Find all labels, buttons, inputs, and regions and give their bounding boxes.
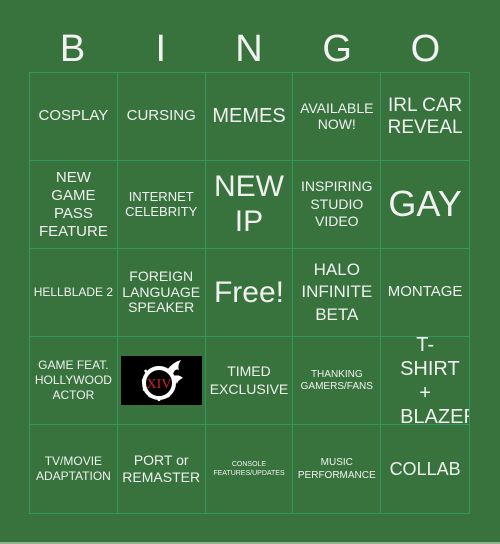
bingo-cell[interactable]: HALO INFINITE BETA [293, 249, 382, 337]
cell-label: COSPLAY [38, 107, 109, 125]
bingo-cell[interactable]: THANKING GAMERS/FANS [293, 337, 382, 425]
bingo-cell[interactable]: CURSING [117, 73, 206, 161]
header-letter-n: N [235, 28, 264, 70]
cell-label: CURSING [126, 107, 196, 125]
bingo-cell[interactable]: T-SHIRT + BLAZER [381, 337, 469, 425]
bingo-cell[interactable]: NEW GAME PASS FEATURE [30, 161, 118, 249]
cell-label: TIMED EXCLUSIVE [209, 363, 289, 397]
bingo-cell[interactable]: MEMES [205, 73, 294, 161]
bingo-cell[interactable]: INTERNET CELEBRITY [117, 161, 206, 249]
header-letter-i: I [155, 28, 168, 70]
ffxiv-meteor-icon: XIV [141, 359, 184, 401]
bingo-cell[interactable]: COLLAB [381, 425, 469, 513]
cell-label: TV/MOVIE ADAPTATION [35, 454, 111, 483]
bingo-cell[interactable]: AVAILABLE NOW! [293, 73, 382, 161]
bingo-header: B I N G O [29, 26, 470, 72]
cell-label: GAY [388, 183, 462, 225]
header-letter-b: B [59, 28, 87, 70]
cell-label: IRL CAR REVEAL [387, 95, 463, 138]
bingo-cell[interactable]: TV/MOVIE ADAPTATION [30, 425, 118, 513]
bingo-cell[interactable]: COSPLAY [30, 73, 118, 161]
cell-label: GAME FEAT. HOLLYWOOD ACTOR [34, 358, 112, 402]
cell-label: THANKING GAMERS/FANS [300, 369, 373, 392]
cell-label: MEMES [212, 105, 286, 128]
bingo-cell[interactable]: INSPIRING STUDIO VIDEO [293, 161, 382, 249]
bingo-cell[interactable]: PORT or REMASTER [118, 425, 206, 513]
cell-label: CONSOLE FEATURES/UPDATES [213, 460, 285, 477]
bingo-cell-image[interactable]: XIV [117, 337, 206, 425]
cell-label: AVAILABLE NOW! [300, 99, 374, 132]
bingo-cell[interactable]: TIMED EXCLUSIVE [205, 337, 294, 425]
cell-label: Free! [213, 275, 284, 309]
header-letter-o: O [410, 28, 442, 70]
cell-label: MUSIC PERFORMANCE [297, 457, 376, 481]
bingo-cell[interactable]: NEW IP [205, 161, 294, 249]
cell-label: PORT or REMASTER [122, 451, 201, 486]
cell-label: HALO INFINITE BETA [301, 260, 373, 324]
cell-label: FOREIGN LANGUAGE SPEAKER [122, 267, 201, 316]
cell-label: MONTAGE [387, 283, 463, 301]
cell-label: INSPIRING STUDIO VIDEO [300, 178, 373, 230]
bingo-cell[interactable]: IRL CAR REVEAL [381, 73, 469, 161]
free-space[interactable]: Free! [205, 249, 294, 337]
bingo-cell[interactable]: FOREIGN LANGUAGE SPEAKER [117, 249, 206, 337]
bingo-cell[interactable]: CONSOLE FEATURES/UPDATES [206, 425, 294, 513]
cell-label: COLLAB [389, 458, 461, 479]
cell-label: NEW IP [213, 170, 284, 238]
bingo-cell[interactable]: GAY [381, 161, 469, 249]
bingo-cell[interactable]: MONTAGE [381, 249, 469, 337]
cell-label: T-SHIRT + BLAZER [400, 337, 469, 425]
logo-label: XIV [147, 377, 172, 392]
cell-label: HELLBLADE 2 [33, 284, 114, 299]
header-letter-g: G [322, 28, 353, 70]
bingo-cell[interactable]: GAME FEAT. HOLLYWOOD ACTOR [30, 337, 118, 425]
cell-label: INTERNET CELEBRITY [125, 188, 198, 219]
bingo-cell[interactable]: HELLBLADE 2 [30, 249, 118, 337]
bingo-card: COSPLAY CURSING MEMES AVAILABLE NOW! IRL… [29, 72, 470, 514]
cell-label: NEW GAME PASS FEATURE [38, 168, 108, 240]
bingo-cell[interactable]: MUSIC PERFORMANCE [293, 425, 382, 513]
final-fantasy-xiv-logo: XIV [120, 356, 202, 405]
